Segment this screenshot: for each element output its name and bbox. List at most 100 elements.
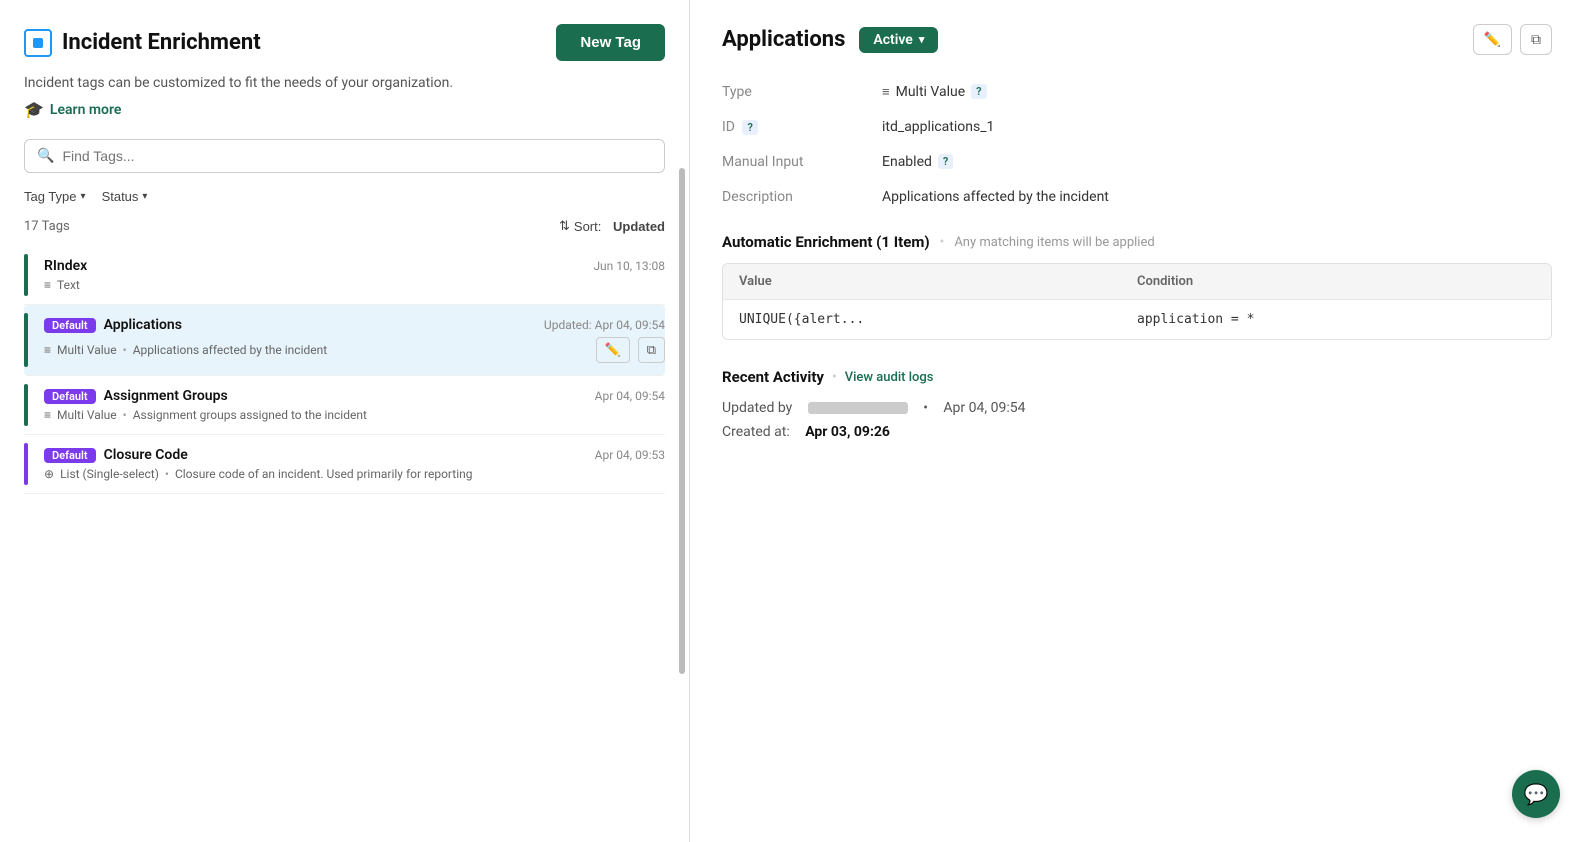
manual-input-value: Enabled ? bbox=[882, 153, 1552, 170]
app-icon bbox=[24, 29, 52, 57]
tag-timestamp: Apr 04, 09:53 bbox=[595, 448, 665, 462]
tag-description: Applications affected by the incident bbox=[133, 343, 327, 357]
tag-name: Assignment Groups bbox=[104, 388, 228, 404]
tag-accent-green bbox=[24, 313, 28, 367]
default-badge: Default bbox=[44, 389, 96, 404]
active-chevron-icon: ▾ bbox=[919, 33, 925, 46]
tag-description: Assignment groups assigned to the incide… bbox=[133, 408, 367, 422]
tag-accent-purple bbox=[24, 443, 28, 485]
col-value-label: Value bbox=[739, 274, 1137, 289]
tag-name-row: RIndex Jun 10, 13:08 bbox=[44, 258, 665, 274]
ra-title: Recent Activity bbox=[722, 368, 824, 386]
chat-icon: 💬 bbox=[1524, 782, 1549, 806]
enrichment-subtitle: Any matching items will be applied bbox=[954, 235, 1154, 250]
tag-name: RIndex bbox=[44, 258, 87, 274]
tag-accent-green bbox=[24, 254, 28, 296]
tag-type-icon: ⊕ bbox=[44, 467, 54, 481]
tag-timestamp: Apr 04, 09:54 bbox=[595, 389, 665, 403]
ra-created-item: Created at: Apr 03, 09:26 bbox=[722, 424, 1552, 440]
learn-more-link[interactable]: 🎓 Learn more bbox=[24, 100, 665, 119]
tag-name-row: Default Assignment Groups Apr 04, 09:54 bbox=[44, 388, 665, 404]
tag-item-applications[interactable]: Default Applications Updated: Apr 04, 09… bbox=[24, 305, 665, 376]
tag-actions: ✏️ ⧉ bbox=[596, 337, 665, 363]
search-icon: 🔍 bbox=[37, 148, 54, 164]
detail-title: Applications bbox=[722, 27, 845, 52]
tag-type-label: List (Single-select) bbox=[60, 467, 159, 481]
tag-type-label: Multi Value bbox=[57, 408, 117, 422]
tag-type-label: Text bbox=[57, 278, 80, 292]
multivalue-icon: ≡ bbox=[882, 84, 890, 100]
title-group: Incident Enrichment bbox=[24, 29, 261, 57]
tag-name-row: Default Closure Code Apr 04, 09:53 bbox=[44, 447, 665, 463]
manual-input-label: Manual Input bbox=[722, 153, 882, 170]
tag-item-assignment-groups[interactable]: Default Assignment Groups Apr 04, 09:54 … bbox=[24, 376, 665, 435]
default-badge: Default bbox=[44, 448, 96, 463]
enrichment-table: Value Condition UNIQUE({alert... applica… bbox=[722, 263, 1552, 340]
tag-content: Default Assignment Groups Apr 04, 09:54 … bbox=[36, 388, 665, 422]
tags-meta-row: 17 Tags ⇅ Sort: Updated bbox=[24, 218, 665, 234]
id-label: ID ? bbox=[722, 118, 882, 135]
recent-activity-section: Recent Activity • View audit logs Update… bbox=[722, 368, 1552, 440]
enrichment-title: Automatic Enrichment (1 Item) bbox=[722, 233, 930, 251]
tag-meta: ≡ Multi Value • Applications affected by… bbox=[44, 343, 327, 357]
right-header: Applications Active ▾ ✏️ ⧉ bbox=[722, 24, 1552, 55]
tag-type-icon: ≡ bbox=[44, 408, 51, 422]
tag-content: Default Applications Updated: Apr 04, 09… bbox=[36, 317, 665, 363]
right-toolbar: ✏️ ⧉ bbox=[1473, 24, 1552, 55]
tag-content: RIndex Jun 10, 13:08 ≡ Text bbox=[36, 258, 665, 292]
new-tag-button[interactable]: New Tag bbox=[556, 24, 665, 61]
tag-item[interactable]: RIndex Jun 10, 13:08 ≡ Text bbox=[24, 246, 665, 305]
subtitle-text: Incident tags can be customized to fit t… bbox=[24, 73, 665, 94]
tag-timestamp: Jun 10, 13:08 bbox=[593, 259, 665, 273]
tag-meta: ≡ Text bbox=[44, 278, 665, 292]
tags-count: 17 Tags bbox=[24, 219, 70, 234]
left-panel: Incident Enrichment New Tag Incident tag… bbox=[0, 0, 690, 842]
page-title: Incident Enrichment bbox=[62, 30, 261, 55]
header-row: Incident Enrichment New Tag bbox=[24, 24, 665, 61]
tag-meta: ≡ Multi Value • Assignment groups assign… bbox=[44, 408, 665, 422]
detail-grid: Type ≡ Multi Value ? ID ? itd_applicatio… bbox=[722, 83, 1552, 205]
ra-header: Recent Activity • View audit logs bbox=[722, 368, 1552, 386]
default-badge: Default bbox=[44, 318, 96, 333]
manual-input-help-badge[interactable]: ? bbox=[938, 154, 953, 169]
id-value: itd_applications_1 bbox=[882, 118, 1552, 135]
copy-detail-button[interactable]: ⧉ bbox=[1520, 24, 1552, 55]
tag-timestamp: Updated: Apr 04, 09:54 bbox=[544, 318, 665, 332]
type-help-badge[interactable]: ? bbox=[971, 84, 986, 99]
edit-detail-button[interactable]: ✏️ bbox=[1473, 24, 1512, 55]
status-filter[interactable]: Status ▾ bbox=[102, 189, 148, 204]
status-chevron-icon: ▾ bbox=[142, 191, 147, 202]
row-condition: application = * bbox=[1137, 312, 1535, 327]
tags-list: RIndex Jun 10, 13:08 ≡ Text Default Appl… bbox=[24, 246, 665, 842]
tag-accent-green bbox=[24, 384, 28, 426]
view-audit-logs-link[interactable]: View audit logs bbox=[845, 370, 934, 385]
col-condition-label: Condition bbox=[1137, 274, 1535, 289]
description-label: Description bbox=[722, 188, 882, 205]
chat-fab-button[interactable]: 💬 bbox=[1512, 770, 1560, 818]
id-help-badge[interactable]: ? bbox=[742, 120, 757, 135]
ra-updated-item: Updated by • Apr 04, 09:54 bbox=[722, 400, 1552, 416]
scrollbar[interactable] bbox=[679, 168, 685, 673]
search-box: 🔍 bbox=[24, 139, 665, 173]
tag-description: Closure code of an incident. Used primar… bbox=[175, 467, 473, 481]
tag-type-label: Multi Value bbox=[57, 343, 117, 357]
copy-tag-button[interactable]: ⧉ bbox=[638, 337, 665, 363]
active-status-badge[interactable]: Active ▾ bbox=[859, 27, 938, 53]
right-title-group: Applications Active ▾ bbox=[722, 27, 938, 53]
type-value: ≡ Multi Value ? bbox=[882, 83, 1552, 100]
ra-user-blur bbox=[808, 402, 908, 414]
learn-more-icon: 🎓 bbox=[24, 100, 44, 119]
tag-type-icon: ≡ bbox=[44, 278, 51, 292]
description-value: Applications affected by the incident bbox=[882, 188, 1552, 205]
search-input[interactable] bbox=[62, 148, 652, 164]
tag-type-filter[interactable]: Tag Type ▾ bbox=[24, 189, 86, 204]
filter-row: Tag Type ▾ Status ▾ bbox=[24, 189, 665, 204]
sort-icon: ⇅ bbox=[559, 218, 570, 234]
tag-item-closure-code[interactable]: Default Closure Code Apr 04, 09:53 ⊕ Lis… bbox=[24, 435, 665, 494]
edit-tag-button[interactable]: ✏️ bbox=[596, 337, 630, 363]
table-row: UNIQUE({alert... application = * bbox=[723, 299, 1551, 339]
enrichment-table-header: Value Condition bbox=[723, 264, 1551, 299]
sort-button[interactable]: ⇅ Sort: Updated bbox=[559, 218, 665, 234]
tag-meta: ⊕ List (Single-select) • Closure code of… bbox=[44, 467, 665, 481]
type-label: Type bbox=[722, 83, 882, 100]
